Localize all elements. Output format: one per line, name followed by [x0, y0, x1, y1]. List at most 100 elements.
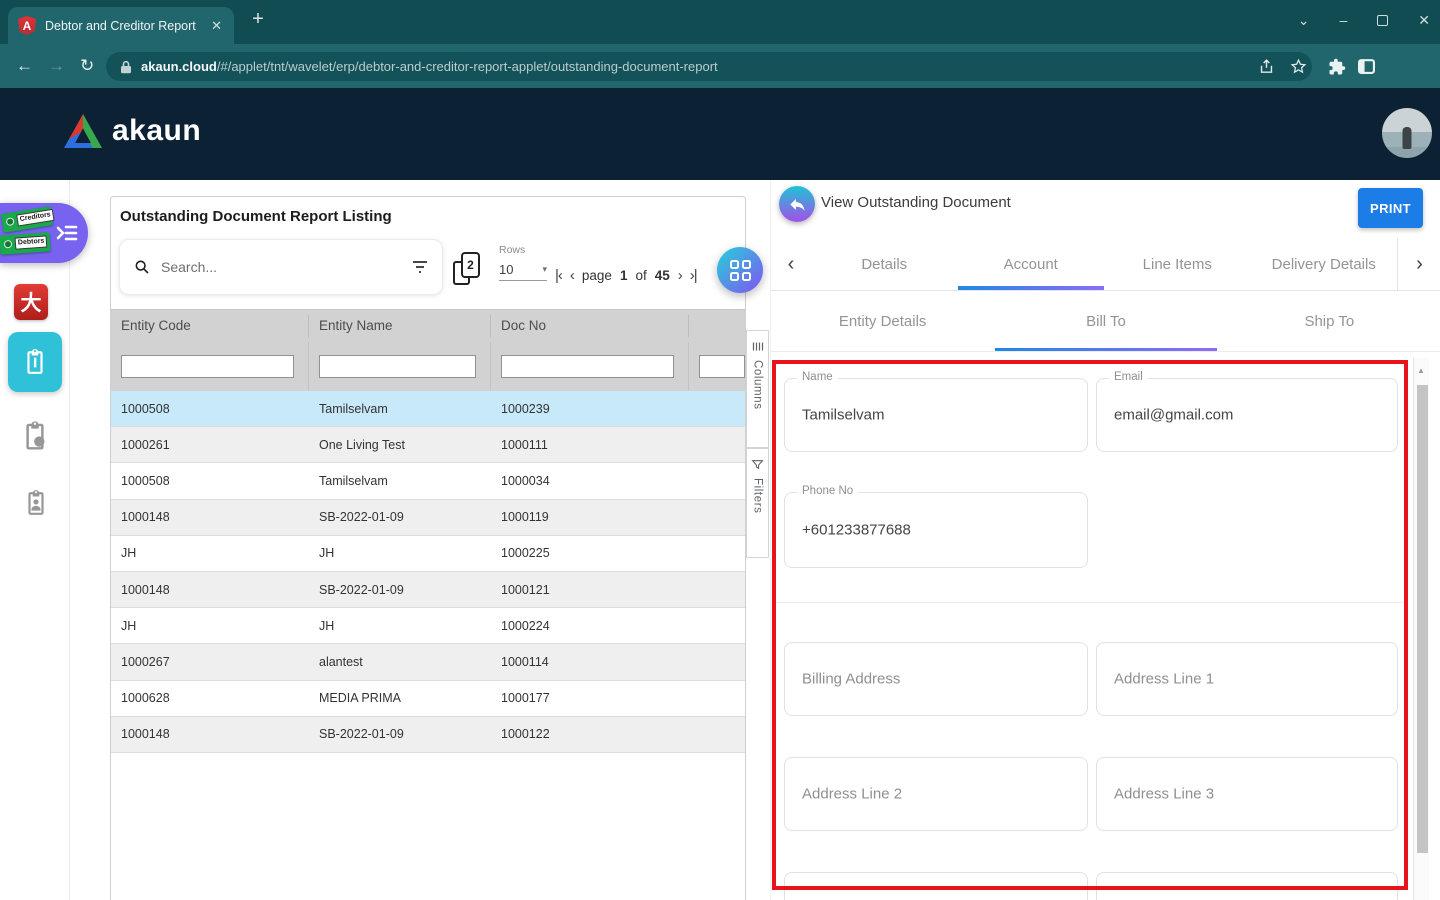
- tab-close-icon[interactable]: ✕: [209, 18, 224, 34]
- table-row[interactable]: 1000628MEDIA PRIMA1000177: [111, 681, 745, 717]
- new-tab-button[interactable]: +: [246, 8, 270, 31]
- column-header-doc-no[interactable]: Doc No: [491, 315, 689, 337]
- browser-tab[interactable]: A Debtor and Creditor Report ✕: [8, 7, 234, 44]
- table-row[interactable]: 1000508Tamilselvam1000239: [111, 391, 745, 427]
- rows-per-page-select[interactable]: 10 ▾: [499, 262, 547, 281]
- first-page-button[interactable]: |‹: [555, 267, 562, 284]
- column-header-extra[interactable]: [689, 315, 745, 337]
- subtab-entity-details[interactable]: Entity Details: [771, 291, 994, 351]
- table-row[interactable]: JHJH1000225: [111, 536, 745, 572]
- tab-title: Debtor and Creditor Report: [45, 19, 200, 33]
- pagination: |‹ ‹ page 1 of 45 › ›|: [555, 267, 697, 284]
- brand-name: akaun: [112, 114, 201, 148]
- pages-2-icon[interactable]: 2: [453, 252, 480, 285]
- table-row[interactable]: 1000508Tamilselvam1000034: [111, 463, 745, 499]
- tabs-scroll-left-icon[interactable]: ‹: [771, 238, 811, 290]
- prev-page-button[interactable]: ‹: [570, 267, 574, 284]
- sidebar-item-report-active[interactable]: [8, 332, 62, 392]
- active-subtab-underline: [995, 348, 1216, 352]
- back-icon[interactable]: ←: [16, 55, 33, 77]
- apps-grid-fab[interactable]: [717, 247, 763, 293]
- table-row[interactable]: 1000148SB-2022-01-091000122: [111, 717, 745, 753]
- rows-per-page: Rows 10 ▾: [499, 244, 549, 281]
- table-header: Entity Code Entity Name Doc No: [111, 309, 745, 342]
- active-tab-underline: [958, 286, 1105, 290]
- detail-panel: View Outstanding Document PRINT ‹ Detail…: [770, 180, 1440, 900]
- browser-tab-strip: A Debtor and Creditor Report ✕ + ⌄ – ✕: [0, 0, 1440, 44]
- caret-down-icon: ▾: [542, 264, 547, 275]
- window-maximize-icon[interactable]: [1377, 15, 1388, 26]
- print-button[interactable]: PRINT: [1358, 188, 1423, 228]
- table-row[interactable]: 1000148SB-2022-01-091000121: [111, 572, 745, 608]
- table-row[interactable]: JHJH1000224: [111, 608, 745, 644]
- partial-field-right[interactable]: [1096, 872, 1398, 900]
- table-row[interactable]: 1000148SB-2022-01-091000119: [111, 500, 745, 536]
- address-line-2-field[interactable]: Address Line 2: [784, 757, 1088, 831]
- address-line-3-field[interactable]: Address Line 3: [1096, 757, 1398, 831]
- column-header-entity-code[interactable]: Entity Code: [111, 315, 309, 337]
- collapse-menu-icon[interactable]: [55, 221, 79, 245]
- form-scrollbar[interactable]: ▲: [1413, 358, 1429, 900]
- tab-delivery-details[interactable]: Delivery Details: [1251, 238, 1398, 290]
- detail-sub-tabs: Entity Details Bill To Ship To: [771, 291, 1440, 352]
- back-button[interactable]: [779, 186, 815, 222]
- user-avatar[interactable]: [1382, 108, 1432, 158]
- apps-grid-icon: [730, 260, 751, 281]
- total-pages: 45: [655, 268, 670, 283]
- scrollbar-thumb[interactable]: [1417, 385, 1428, 853]
- filters-side-tab[interactable]: Filters: [746, 448, 769, 558]
- tab-line-items[interactable]: Line Items: [1104, 238, 1251, 290]
- window-chevron-icon[interactable]: ⌄: [1298, 12, 1310, 29]
- scroll-up-icon[interactable]: ▲: [1417, 366, 1425, 375]
- share-icon[interactable]: [1258, 58, 1275, 75]
- table-row[interactable]: 1000267alantest1000114: [111, 644, 745, 680]
- search-input[interactable]: [159, 258, 403, 276]
- email-field[interactable]: Email email@gmail.com: [1096, 378, 1398, 452]
- columns-side-tab[interactable]: Columns: [746, 330, 769, 448]
- sidebar-item-badge-report[interactable]: [23, 488, 49, 518]
- filter-extra-input[interactable]: [699, 355, 745, 378]
- filter-list-icon[interactable]: [412, 260, 428, 274]
- address-line-1-field[interactable]: Address Line 1: [1096, 642, 1398, 716]
- url-text: akaun.cloud/#/applet/tnt/wavelet/erp/deb…: [141, 59, 718, 74]
- lock-icon: [120, 60, 132, 74]
- clipboard-icon: [22, 347, 48, 377]
- table-filter-row: [111, 342, 745, 391]
- forward-icon[interactable]: →: [48, 55, 65, 77]
- column-header-entity-name[interactable]: Entity Name: [309, 315, 491, 337]
- phone-field[interactable]: Phone No +601233877688: [784, 492, 1088, 568]
- billing-address-field[interactable]: Billing Address: [784, 642, 1088, 716]
- next-page-button[interactable]: ›: [678, 267, 682, 284]
- partial-field-left[interactable]: [784, 872, 1088, 900]
- subtab-bill-to[interactable]: Bill To: [994, 291, 1217, 351]
- filter-entity-name-input[interactable]: [319, 355, 476, 378]
- window-close-icon[interactable]: ✕: [1418, 12, 1430, 29]
- current-page: 1: [620, 268, 628, 283]
- da-glyph: 大: [21, 287, 42, 317]
- extensions-puzzle-icon[interactable]: [1328, 58, 1346, 76]
- page-word: page: [582, 268, 612, 283]
- name-field[interactable]: Name Tamilselvam: [784, 378, 1088, 452]
- subtab-ship-to[interactable]: Ship To: [1218, 291, 1440, 351]
- side-panel-icon[interactable]: [1358, 58, 1375, 75]
- refresh-icon[interactable]: ↻: [80, 55, 94, 77]
- filter-funnel-icon: [751, 458, 764, 471]
- back-arrow-icon: [788, 195, 807, 214]
- tabs-scroll-right-icon[interactable]: ›: [1397, 238, 1440, 290]
- detail-title: View Outstanding Document: [821, 194, 1011, 211]
- sidebar-item-debtor-creditor-applet[interactable]: Creditors Debtors: [0, 203, 88, 263]
- url-bar[interactable]: akaun.cloud/#/applet/tnt/wavelet/erp/deb…: [106, 52, 1312, 81]
- window-minimize-icon[interactable]: –: [1339, 12, 1347, 28]
- tab-account[interactable]: Account: [958, 238, 1105, 290]
- bookmark-star-icon[interactable]: [1290, 58, 1307, 75]
- filter-doc-no-input[interactable]: [501, 355, 674, 378]
- last-page-button[interactable]: ›|: [690, 267, 697, 284]
- tab-details[interactable]: Details: [811, 238, 958, 290]
- sidebar-item-clipboard-report[interactable]: [20, 420, 50, 452]
- akaun-triangle-icon: [64, 114, 102, 148]
- sidebar-item-da-app[interactable]: 大: [14, 284, 48, 320]
- angular-favicon-icon: A: [18, 16, 36, 35]
- table-row[interactable]: 1000261One Living Test1000111: [111, 427, 745, 463]
- search-box[interactable]: [119, 239, 443, 295]
- filter-entity-code-input[interactable]: [121, 355, 294, 378]
